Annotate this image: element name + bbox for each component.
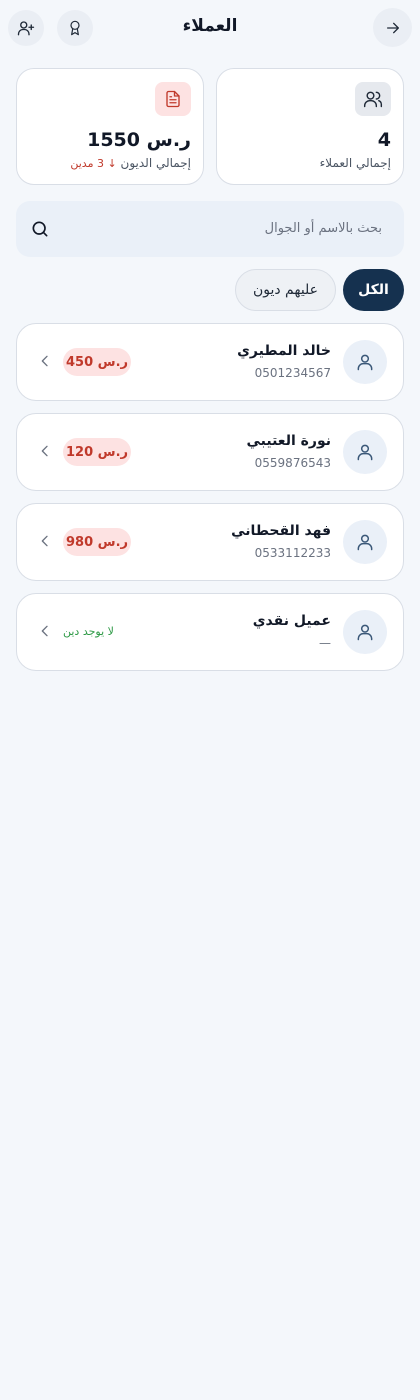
customer-card[interactable]: فهد القحطاني 0533112233 ر.س 980 [16, 503, 404, 581]
avatar [343, 340, 387, 384]
total-customers-label: إجمالي العملاء [319, 156, 391, 170]
users-icon [363, 91, 383, 108]
user-icon [357, 534, 373, 551]
search-placeholder: بحث بالاسم أو الجوال [264, 221, 382, 236]
user-icon [357, 444, 373, 461]
customer-phone: 0501234567 [254, 366, 331, 380]
debtors-count: ↓ 3 مدين [70, 157, 117, 170]
customer-name: عميل نقدي [252, 613, 331, 629]
back-button[interactable] [373, 8, 412, 47]
customer-phone: — [319, 636, 331, 650]
debt-badge: ر.س 120 [63, 438, 131, 466]
search-input[interactable]: بحث بالاسم أو الجوال [16, 201, 404, 257]
search-icon [32, 221, 48, 237]
customer-card[interactable]: خالد المطيري 0501234567 ر.س 450 [16, 323, 404, 401]
total-debts-label: إجمالي الديون [120, 156, 191, 170]
customer-phone: 0533112233 [254, 546, 331, 560]
total-customers-value: 4 [377, 129, 391, 151]
user-icon [357, 354, 373, 371]
total-debts-card: ر.س 1550 إجمالي الديون ↓ 3 مدين [16, 68, 204, 185]
total-debts-value: ر.س 1550 [87, 129, 191, 151]
avatar [343, 520, 387, 564]
tab-all[interactable]: الكل [343, 269, 404, 311]
chevron-left-icon [41, 445, 48, 457]
customer-name: نورة العتيبي [246, 433, 332, 449]
chevron-left-icon [41, 355, 48, 367]
no-debt-label: لا يوجد دين [63, 625, 114, 638]
debt-badge: ر.س 450 [63, 348, 131, 376]
customer-name: فهد القحطاني [231, 523, 331, 539]
customer-card[interactable]: عميل نقدي — لا يوجد دين [16, 593, 404, 671]
users-icon-box [355, 82, 391, 116]
document-icon-box [155, 82, 191, 116]
arrow-right-icon [386, 22, 399, 33]
document-icon [166, 90, 180, 108]
chevron-left-icon [41, 625, 48, 637]
customer-name: خالد المطيري [237, 343, 331, 359]
chevron-left-icon [41, 535, 48, 547]
customer-phone: 0559876543 [254, 456, 331, 470]
app-header: العملاء [0, 0, 420, 56]
tab-with-debts[interactable]: عليهم ديون [235, 269, 336, 311]
page-title: العملاء [182, 16, 238, 36]
debt-badge: ر.س 980 [63, 528, 131, 556]
customer-card[interactable]: نورة العتيبي 0559876543 ر.س 120 [16, 413, 404, 491]
total-debts-label-row: إجمالي الديون ↓ 3 مدين [70, 156, 191, 170]
avatar [343, 430, 387, 474]
total-customers-card: 4 إجمالي العملاء [216, 68, 404, 185]
avatar [343, 610, 387, 654]
user-icon [357, 624, 373, 641]
